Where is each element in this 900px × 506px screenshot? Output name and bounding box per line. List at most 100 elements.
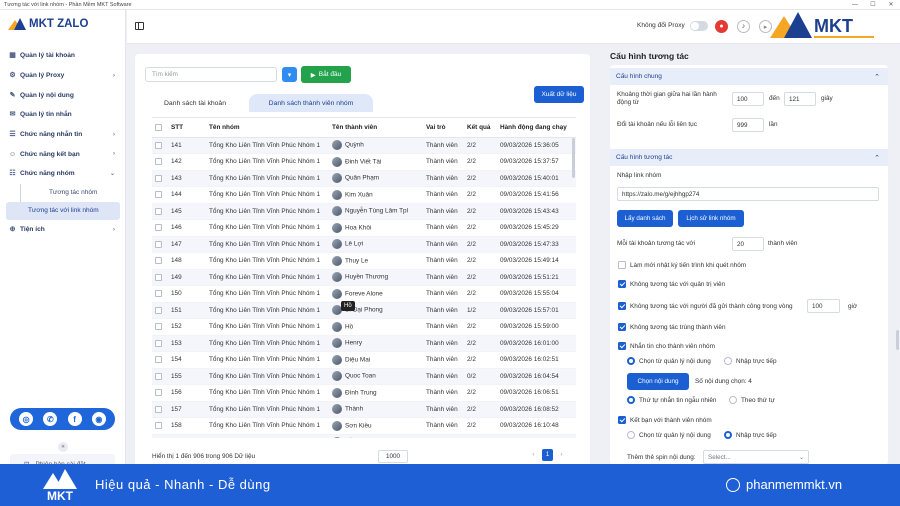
- add-friend-checkbox[interactable]: [618, 416, 626, 424]
- table-row[interactable]: 155 Tổng Kho Liên Tỉnh Vĩnh Phúc Nhóm 1 Qu…: [152, 368, 576, 385]
- table-row[interactable]: 153 Tổng Kho Liên Tỉnh Vĩnh Phúc Nhóm 1 He…: [152, 335, 576, 352]
- content-source-manager-radio[interactable]: [627, 357, 635, 365]
- skip-duplicate-checkbox[interactable]: [618, 323, 626, 331]
- messenger-icon[interactable]: ✆: [43, 412, 58, 426]
- content-source-direct-radio[interactable]: [724, 357, 732, 365]
- per-account-input[interactable]: 20: [732, 237, 764, 251]
- row-checkbox[interactable]: [152, 137, 168, 154]
- table-row[interactable]: 142 Tổng Kho Liên Tỉnh Vĩnh Phúc Nhóm 1 Đi…: [152, 153, 576, 171]
- table-row[interactable]: 148 Tổng Kho Liên Tỉnh Vĩnh Phúc Nhóm 1 Th…: [152, 252, 576, 270]
- order-sequential-radio[interactable]: [729, 396, 737, 404]
- prev-page-button[interactable]: ‹: [528, 449, 539, 461]
- table-row[interactable]: 154 Tổng Kho Liên Tỉnh Vĩnh Phúc Nhóm 1 Di…: [152, 351, 576, 369]
- row-checkbox[interactable]: [152, 219, 168, 237]
- row-checkbox[interactable]: [152, 236, 168, 253]
- row-checkbox[interactable]: [152, 368, 168, 385]
- bell-icon[interactable]: ♪: [737, 20, 750, 33]
- column-header[interactable]: Vai trò: [423, 118, 464, 138]
- select-all-checkbox[interactable]: [152, 118, 168, 138]
- start-button[interactable]: ▶ Bắt đầu: [301, 66, 351, 83]
- sidebar-item-friends[interactable]: ☺ Chức năng kết bạn ›: [0, 144, 126, 164]
- column-header[interactable]: Kết quả: [464, 118, 497, 138]
- table-row[interactable]: 145 Tổng Kho Liên Tỉnh Vĩnh Phúc Nhóm 1 Ng…: [152, 203, 576, 220]
- table-scrollbar[interactable]: [572, 138, 575, 178]
- row-checkbox[interactable]: [152, 252, 168, 270]
- general-config-header[interactable]: Cấu hình chung ⌃: [610, 68, 888, 85]
- proxy-toggle[interactable]: [690, 21, 708, 31]
- record-icon[interactable]: ●: [715, 20, 728, 33]
- row-checkbox[interactable]: [152, 401, 168, 418]
- row-checkbox[interactable]: [152, 302, 168, 319]
- next-page-button[interactable]: ›: [556, 449, 567, 461]
- website[interactable]: phanmemmkt.vn: [726, 477, 842, 492]
- row-checkbox[interactable]: [152, 203, 168, 220]
- table-row[interactable]: 143 Tổng Kho Liên Tỉnh Vĩnh Phúc Nhóm 1 Qu…: [152, 170, 576, 187]
- export-data-button[interactable]: Xuất dữ liệu: [534, 86, 584, 103]
- order-random-radio[interactable]: [627, 396, 635, 404]
- close-button[interactable]: ✕: [882, 1, 900, 8]
- collapse-sidebar-button[interactable]: «: [58, 442, 68, 452]
- table-row[interactable]: 149 Tổng Kho Liên Tỉnh Vĩnh Phúc Nhóm 1 Hu…: [152, 269, 576, 286]
- table-row[interactable]: 141 Tổng Kho Liên Tỉnh Vĩnh Phúc Nhóm 1 Qu…: [152, 137, 576, 154]
- tab-account-list[interactable]: Danh sách tài khoản: [153, 94, 237, 112]
- friend-source-direct-radio[interactable]: [724, 431, 732, 439]
- get-list-button[interactable]: Lấy danh sách: [617, 210, 673, 227]
- row-checkbox[interactable]: [152, 318, 168, 336]
- table-row[interactable]: 159Tổng Kho Liên Tỉnh Vĩnh Phúc Nhóm 1Hằ…: [152, 434, 576, 438]
- support-icon[interactable]: ◎: [19, 412, 34, 426]
- table-row[interactable]: 156 Tổng Kho Liên Tỉnh Vĩnh Phúc Nhóm 1 Đì…: [152, 384, 576, 402]
- row-checkbox[interactable]: [152, 351, 168, 369]
- link-history-button[interactable]: Lịch sử link nhóm: [678, 210, 744, 227]
- message-members-checkbox[interactable]: [618, 342, 626, 350]
- switch-account-input[interactable]: 999: [732, 118, 764, 132]
- group-link-input[interactable]: https://zalo.me/g/ejhhgp274: [617, 187, 879, 201]
- table-row[interactable]: 151 Tổng Kho Liên Tỉnh Vĩnh Phúc Nhóm 1 Sĩ…: [152, 302, 576, 319]
- maximize-button[interactable]: ☐: [864, 1, 882, 8]
- facebook-icon[interactable]: f: [67, 412, 82, 426]
- row-checkbox[interactable]: [152, 335, 168, 352]
- row-checkbox[interactable]: [152, 285, 168, 303]
- row-checkbox[interactable]: [152, 153, 168, 171]
- row-checkbox[interactable]: [152, 417, 168, 435]
- sidebar-item-proxy[interactable]: ⚙ Quản lý Proxy ›: [0, 66, 126, 86]
- table-row[interactable]: 147 Tổng Kho Liên Tỉnh Vĩnh Phúc Nhóm 1 Lê…: [152, 236, 576, 253]
- sidebar-subitem-link-interact[interactable]: Tương tác với link nhóm: [6, 201, 120, 220]
- skip-admin-checkbox[interactable]: [618, 280, 626, 288]
- table-row[interactable]: 157 Tổng Kho Liên Tỉnh Vĩnh Phúc Nhóm 1 Th…: [152, 401, 576, 418]
- column-header[interactable]: Hành động đang chạy: [497, 118, 576, 138]
- table-row[interactable]: 146 Tổng Kho Liên Tỉnh Vĩnh Phúc Nhóm 1 Ho…: [152, 219, 576, 237]
- spin-tag-select[interactable]: Select... ⌄: [703, 450, 809, 464]
- interval-to-input[interactable]: 121: [784, 92, 816, 106]
- sidebar-item-messages[interactable]: ✉ Quản lý tin nhắn: [0, 105, 126, 125]
- table-row[interactable]: 144 Tổng Kho Liên Tỉnh Vĩnh Phúc Nhóm 1 Ki…: [152, 186, 576, 204]
- config-scrollbar[interactable]: [896, 330, 899, 350]
- interval-from-input[interactable]: 100: [732, 92, 764, 106]
- filter-button[interactable]: ▾: [282, 67, 297, 82]
- sidebar-item-accounts[interactable]: ▦ Quản lý tài khoản: [0, 46, 126, 66]
- zalo-icon[interactable]: ◉: [91, 412, 106, 426]
- row-checkbox[interactable]: [152, 269, 168, 286]
- row-checkbox[interactable]: [152, 170, 168, 187]
- row-checkbox[interactable]: [152, 384, 168, 402]
- row-checkbox[interactable]: [152, 434, 168, 438]
- column-header[interactable]: Tên nhóm: [206, 118, 329, 138]
- sidebar-item-messaging[interactable]: ☰ Chức năng nhắn tin ›: [0, 125, 126, 145]
- page-size-select[interactable]: 1000: [378, 450, 408, 463]
- friend-source-manager-radio[interactable]: [627, 431, 635, 439]
- tab-member-list[interactable]: Danh sách thành viên nhóm: [249, 94, 373, 112]
- sidebar-toggle-icon[interactable]: [135, 22, 144, 30]
- sidebar-item-content[interactable]: ✎ Quản lý nội dung: [0, 85, 126, 105]
- page-button-current[interactable]: 1: [542, 449, 553, 461]
- column-header[interactable]: STT: [168, 118, 206, 138]
- sidebar-item-utilities[interactable]: ⊕ Tiện ích ›: [0, 220, 126, 240]
- refresh-log-checkbox[interactable]: [618, 261, 626, 269]
- column-header[interactable]: Tên thành viên: [329, 118, 423, 138]
- table-row[interactable]: 150 Tổng Kho Liên Tỉnh Vĩnh Phúc Nhóm 1 Fo…: [152, 285, 576, 303]
- search-input[interactable]: Tìm kiếm: [145, 67, 277, 82]
- skip-sent-checkbox[interactable]: [618, 302, 626, 310]
- sidebar-subitem-group-interact[interactable]: Tương tác nhóm: [20, 183, 126, 202]
- choose-content-button[interactable]: Chọn nội dung: [627, 373, 689, 390]
- table-row[interactable]: 152 Tổng Kho Liên Tỉnh Vĩnh Phúc Nhóm 1 Hồ…: [152, 318, 576, 336]
- row-checkbox[interactable]: [152, 186, 168, 204]
- skip-sent-hours-input[interactable]: 100: [807, 299, 840, 313]
